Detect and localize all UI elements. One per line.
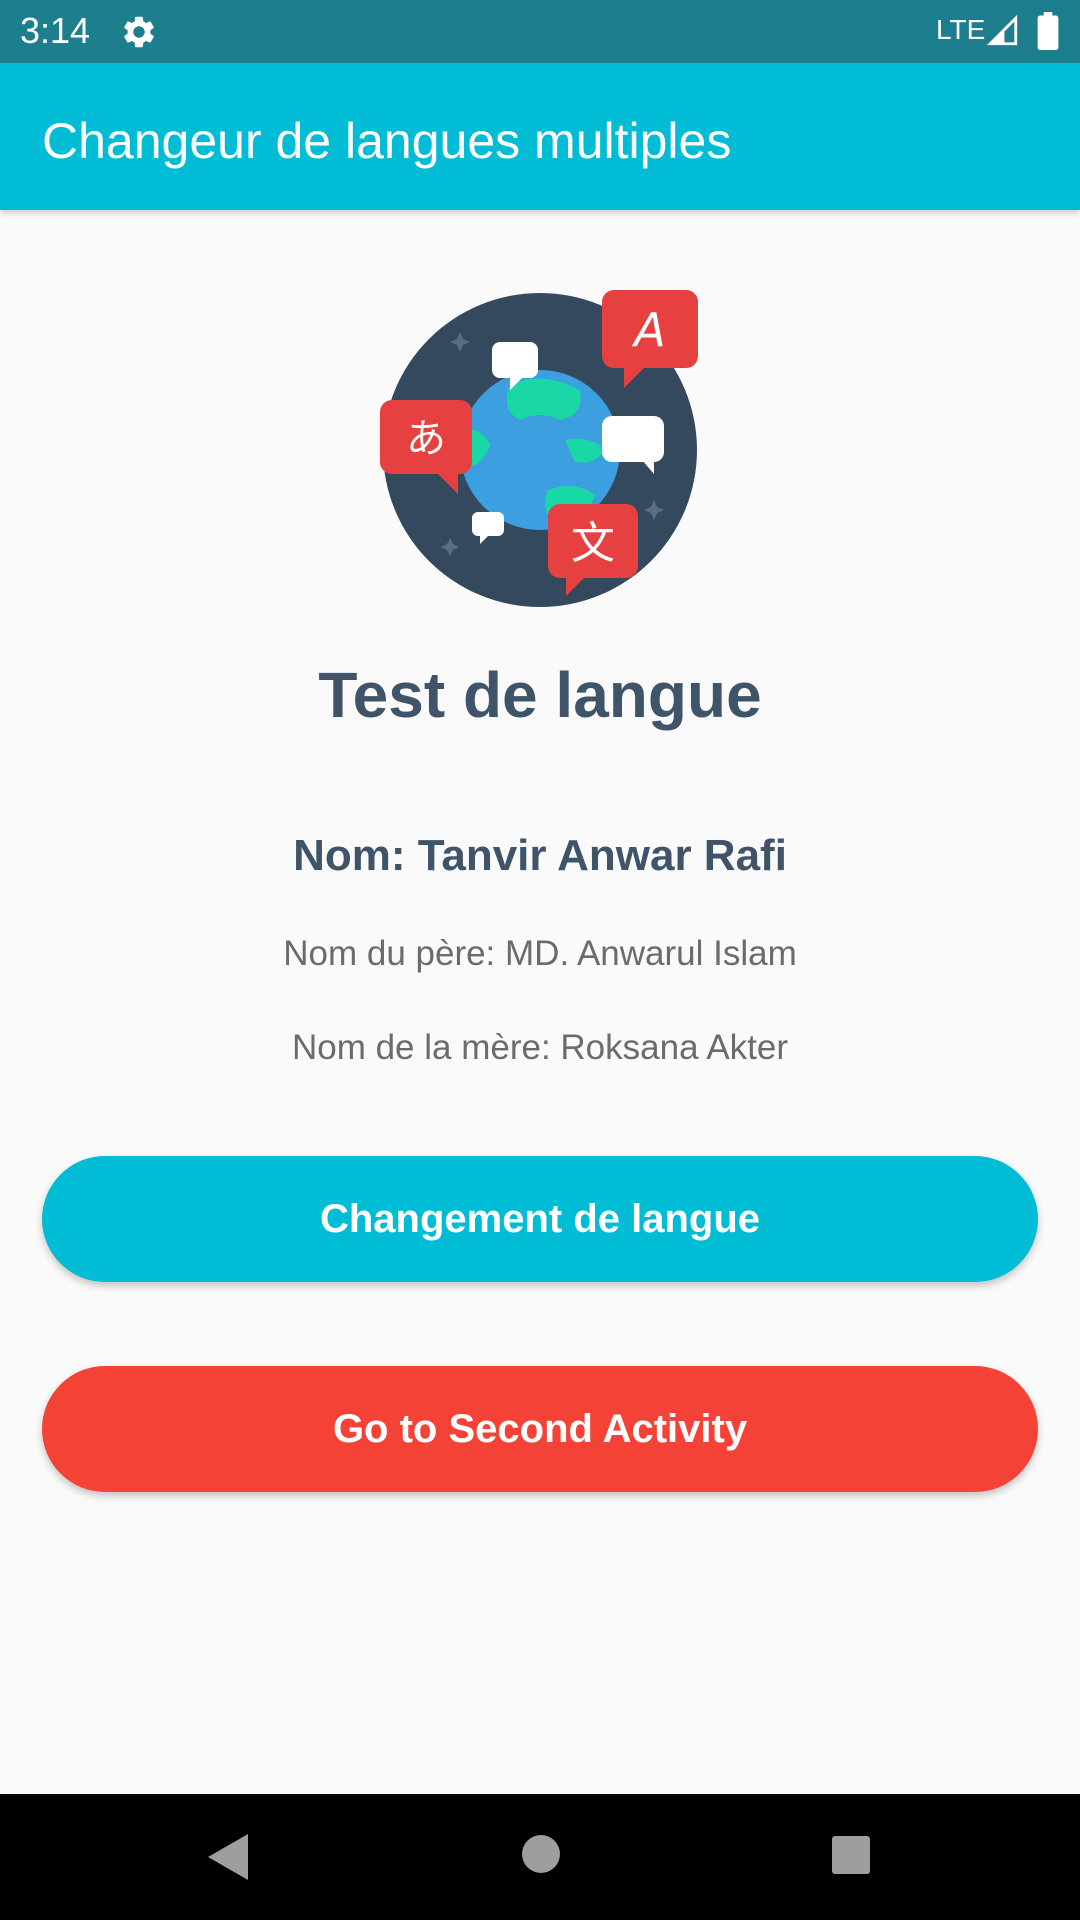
glyph-a: A: [631, 303, 665, 357]
gear-icon: [124, 16, 154, 48]
network-type: LTE: [936, 14, 986, 45]
back-icon[interactable]: [204, 1830, 252, 1884]
status-bar: 3:14 LTE: [0, 0, 1080, 63]
name-text: Nom: Tanvir Anwar Rafi: [293, 831, 787, 880]
globe-languages-icon: A あ 文: [380, 290, 698, 607]
app-bar: Changeur de langues multiples: [0, 63, 1080, 210]
change-language-button[interactable]: Changement de langue: [42, 1156, 1038, 1282]
battery-icon: [1037, 12, 1059, 50]
glyph-hiragana: あ: [406, 416, 446, 462]
app-title: Changeur de langues multiples: [42, 113, 732, 169]
page-title: Test de langue: [318, 659, 762, 731]
father-name-text: Nom du père: MD. Anwarul Islam: [283, 934, 797, 973]
recents-icon[interactable]: [830, 1834, 872, 1876]
second-activity-button[interactable]: Go to Second Activity: [42, 1366, 1038, 1492]
glyph-kanji: 文: [571, 518, 615, 569]
signal-icon: [986, 14, 1018, 46]
mother-name-text: Nom de la mère: Roksana Akter: [291, 1028, 789, 1067]
status-time: 3:14: [20, 10, 91, 51]
navigation-bar: [0, 1794, 1080, 1920]
home-icon[interactable]: [520, 1833, 562, 1875]
